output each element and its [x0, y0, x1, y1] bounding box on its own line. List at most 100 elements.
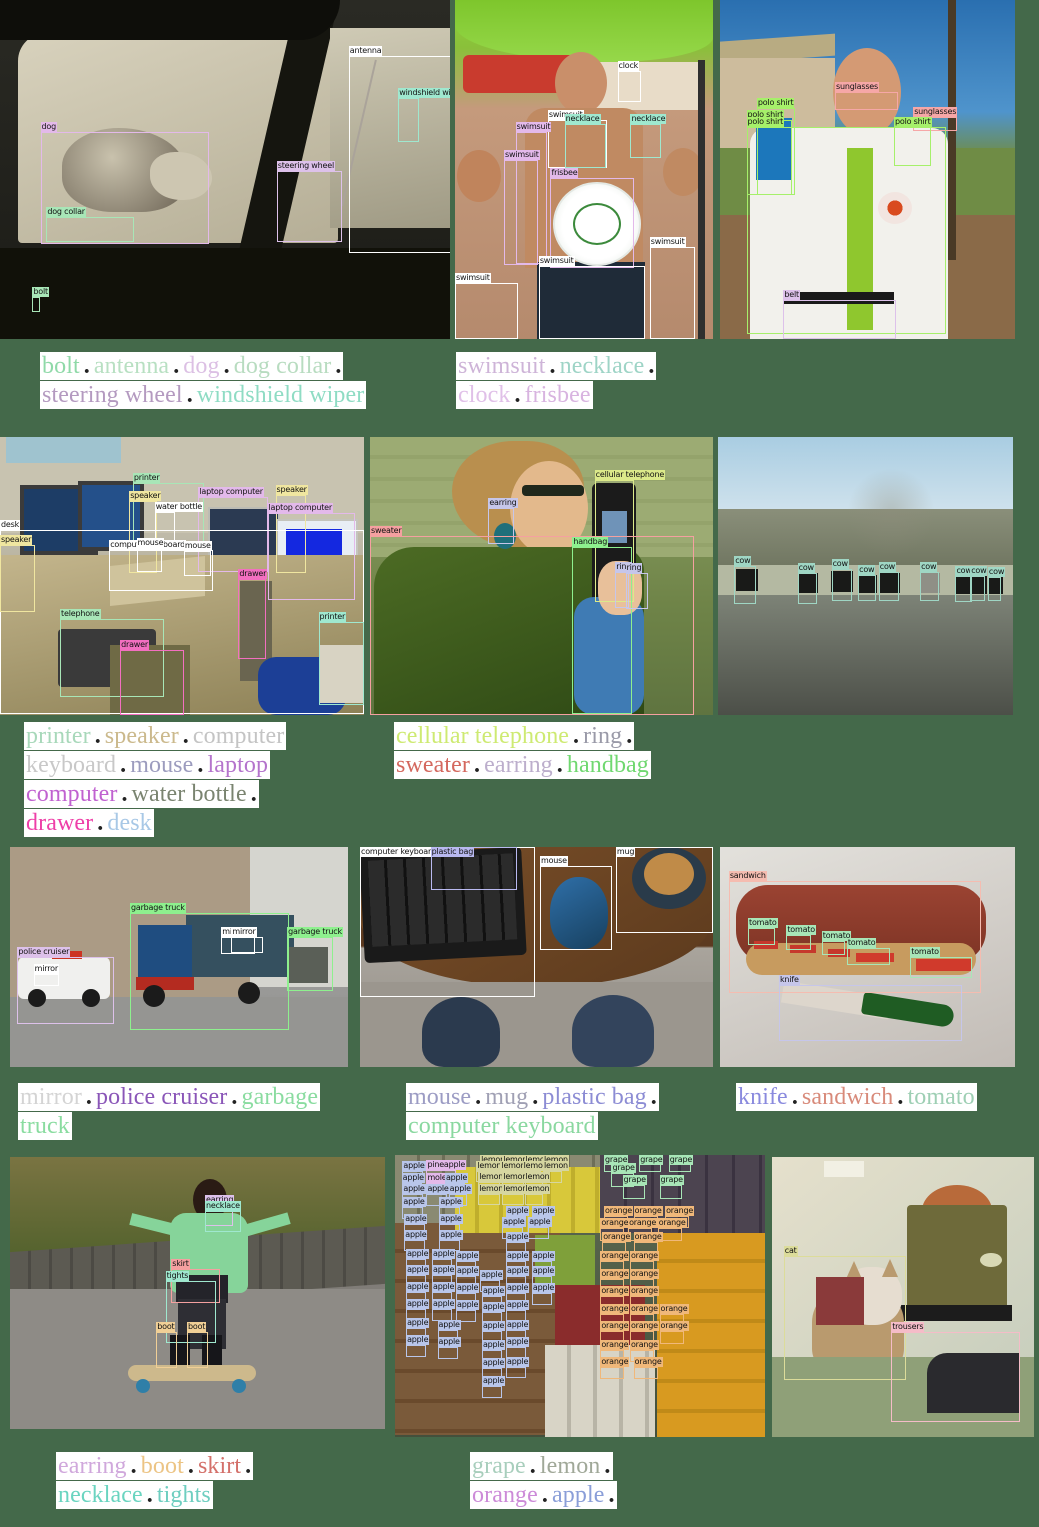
bounding-box	[506, 1366, 527, 1379]
caption-separator: .	[895, 1083, 906, 1111]
caption-word: garbage	[239, 1083, 321, 1111]
caption-line: drawer. desk	[24, 809, 286, 838]
bounding-box	[318, 621, 364, 706]
bounding-box	[649, 247, 695, 339]
caption-separator: .	[648, 1083, 659, 1111]
bounding-box	[633, 1366, 658, 1380]
bbox-label: cow	[831, 559, 849, 570]
bbox-label: printer	[318, 611, 347, 622]
caption-separator: .	[92, 722, 103, 750]
bbox-label: dog	[40, 122, 57, 133]
caption-separator: .	[602, 1452, 613, 1480]
caption-word: clock	[456, 381, 513, 409]
caption-separator: .	[473, 1083, 484, 1111]
caption-line: grape. lemon.	[470, 1452, 617, 1481]
car-roof	[0, 0, 340, 40]
bbox-label: knife	[779, 974, 800, 985]
bbox-label: computer keyboard	[360, 847, 437, 857]
caption-separator: .	[229, 1083, 240, 1111]
caption-separator: .	[195, 751, 206, 779]
caption-word: grape	[470, 1452, 528, 1480]
bounding-box	[478, 1193, 501, 1205]
bounding-box	[564, 123, 606, 168]
eyeglasses	[522, 485, 584, 496]
caption-1: bolt. antenna. dog. dog collar. steering whe…	[40, 352, 367, 410]
caption-5: mirror. police cruiser. garbage truck	[18, 1083, 321, 1141]
bbox-label: apple	[531, 1266, 556, 1277]
caption-word: plastic bag	[540, 1083, 649, 1111]
bbox-label: orange	[628, 1218, 658, 1229]
bbox-label: apple	[406, 1264, 430, 1275]
bbox-label: apple	[456, 1300, 480, 1311]
caption-line: sweater. earring. handbag	[394, 751, 651, 780]
bounding-box	[437, 1346, 458, 1359]
bbox-label: speaker	[129, 490, 162, 501]
bbox-label: apple	[406, 1281, 430, 1292]
panel-garbage-truck: garbage truck mirror mirror garbage truck po…	[10, 847, 348, 1067]
panel-woman-cellphone: cellular telephone earring sweater handbag r…	[370, 437, 713, 715]
bbox-label: necklace	[564, 113, 601, 124]
bounding-box	[129, 913, 289, 1030]
panel-cows-field: cow cow cow cow cow cow cow cow cow	[718, 437, 1013, 715]
panel-skateboarder: earring necklace skirt tights boot boot	[10, 1157, 385, 1429]
bounding-box	[136, 548, 162, 572]
bbox-label: orange	[633, 1205, 663, 1216]
bounding-box	[17, 957, 114, 1025]
bbox-label: clock	[617, 61, 640, 72]
bbox-label: laptop computer	[198, 486, 264, 497]
bbox-label: grape	[659, 1174, 684, 1185]
bbox-label: orange	[629, 1286, 659, 1296]
caption-word: sandwich	[799, 1083, 896, 1111]
bbox-label: apple	[506, 1319, 530, 1330]
bbox-label: apple	[481, 1357, 506, 1368]
bbox-label: mouse	[183, 540, 212, 551]
bbox-label: orange	[629, 1321, 659, 1332]
bounding-box	[455, 283, 519, 339]
bbox-label: sunglasses	[835, 81, 879, 92]
laptop-base	[900, 1305, 1012, 1321]
bbox-label: apple	[506, 1283, 530, 1294]
bounding-box	[786, 935, 812, 951]
board-wheel-1	[136, 1379, 150, 1393]
bbox-label: apple	[406, 1335, 430, 1346]
bbox-label: lemon	[476, 1160, 503, 1171]
bbox-label: speaker	[0, 535, 33, 546]
bbox-label: boot	[156, 1322, 176, 1333]
bounding-box	[878, 571, 900, 602]
bounding-box	[920, 571, 940, 602]
bbox-label: lemon	[543, 1161, 569, 1172]
caption-line: earring. boot. skirt.	[56, 1452, 254, 1481]
caption-separator: .	[472, 751, 483, 779]
bbox-label: apple	[402, 1197, 426, 1208]
bounding-box	[538, 266, 645, 339]
bbox-label: sandwich	[728, 871, 767, 882]
bbox-label: cow	[878, 561, 897, 572]
bbox-label: necklace	[630, 113, 667, 124]
caption-separator: .	[606, 1481, 617, 1509]
bbox-label: swimsuit	[504, 150, 540, 161]
bbox-label: drawer	[238, 568, 268, 579]
caption-separator: .	[144, 1481, 155, 1509]
bbox-label: apple	[444, 1172, 469, 1183]
caption-line: computer. water bottle.	[24, 780, 286, 809]
bounding-box	[910, 957, 973, 978]
bounding-box	[502, 1193, 525, 1205]
bounding-box	[156, 1332, 177, 1368]
bounding-box	[524, 1193, 543, 1205]
caption-word: apple	[550, 1481, 607, 1509]
bbox-label: apple	[437, 1319, 461, 1330]
bbox-label: orange	[633, 1232, 663, 1243]
caption-line: printer. speaker. computer	[24, 722, 287, 751]
caption-word: police cruiser	[94, 1083, 230, 1111]
bbox-label: drawer	[120, 639, 149, 650]
bbox-label: orange	[657, 1218, 687, 1229]
bounding-box	[797, 573, 817, 604]
bbox-label: apple	[531, 1205, 556, 1216]
caption-line: truck	[18, 1112, 320, 1141]
caption-line: necklace. tights	[56, 1481, 253, 1510]
caption-word: tights	[154, 1481, 213, 1509]
bbox-label: mouse	[540, 855, 568, 866]
bbox-label: apple	[432, 1281, 456, 1292]
bbox-label: apple	[456, 1283, 480, 1294]
bbox-label: orange	[659, 1304, 689, 1315]
